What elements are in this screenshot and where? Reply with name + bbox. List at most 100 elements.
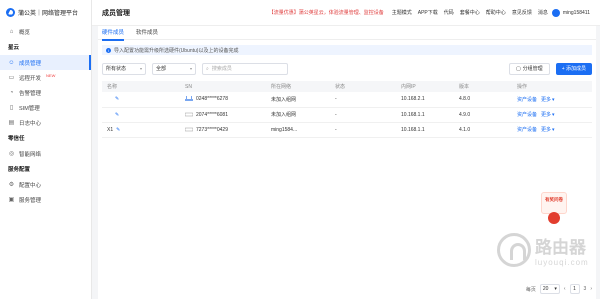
member-name: X1 [107,126,114,133]
avatar[interactable] [551,8,560,17]
config-icon: ⚙ [8,182,15,188]
username[interactable]: ming158411 [563,10,590,16]
cell-version: 4.9.0 [454,107,512,123]
sidebar: 蒲公英｜网络管理平台 ⌂ 概览 星云 ☁ 云端 ☺ 成员管理 ▭ 远程开发 NE… [0,0,92,299]
member-sn: 7273*****0429 [196,126,228,133]
col-sn[interactable]: SN [180,81,266,92]
page-title: 成员管理 [102,9,130,17]
more-dropdown[interactable]: 更多 [541,97,551,103]
cell-status: - [330,92,396,108]
tab-software-members[interactable]: 软件成员 [136,26,158,40]
cell-sn: 7273*****0429 [180,122,266,138]
sidebar-item-config[interactable]: ⚙ 配置中心 [0,177,91,192]
next-page-icon[interactable]: › [590,286,592,292]
page-size-select[interactable]: 20 ▾ [539,284,560,294]
top-link-code[interactable]: 代码 [444,9,454,16]
sidebar-group-title: 星云 [8,45,20,51]
current-page[interactable]: 1 [569,284,580,294]
col-status[interactable]: 状态 [330,81,396,92]
chevron-down-icon: ▾ [189,66,192,71]
top-link-theme[interactable]: 主题模式 [392,9,412,16]
member-sn: 0248*****6278 [196,96,228,103]
asset-device-link[interactable]: 资产设备 [517,97,537,103]
sidebar-item-label: 日志中心 [19,120,42,127]
more-dropdown[interactable]: 更多 [541,112,551,118]
cell-actions: 资产设备 更多▾ [512,107,592,123]
folder-icon: ▢ [515,65,521,72]
survey-widget-label: 有奖问卷 [541,192,567,214]
search-input[interactable]: ⌕ 搜索成员 [202,62,288,75]
sim-icon: ▯ [9,105,14,111]
prev-page-icon[interactable]: ‹ [564,286,566,292]
asset-device-link[interactable]: 资产设备 [517,127,537,133]
watermark-sub: luyouqi.com [535,258,589,267]
group-manage-label: 分组管理 [522,66,543,72]
add-member-button[interactable]: + 添加成员 [555,62,592,75]
top-link-app[interactable]: APP下载 [418,9,438,16]
sidebar-item-remote[interactable]: ▭ 远程开发 NEW [0,70,91,85]
members-table: 名称 SN 所在网络 状态 内网IP 版本 操作 ✎ 0248*****6278… [102,81,592,138]
router-icon [185,96,193,102]
table-row: ✎ 0248*****6278 未加入组网 - 10.168.2.1 4.8.0… [102,92,592,108]
sidebar-item-sim[interactable]: ▯ SIM管理 [0,100,91,115]
cell-ip: 10.168.1.1 [396,107,454,123]
sidebar-item-service[interactable]: ▣ 服务管理 [0,192,91,207]
cell-status: - [330,107,396,123]
top-link-feedback[interactable]: 意见反馈 [512,9,532,16]
promo-notice[interactable]: 【流量优惠】蒲公英星云，体验流量管理、监控设备 [269,9,384,16]
sidebar-item-members[interactable]: ☺ 成员管理 [0,55,91,70]
sidebar-group-title: 零信任 [8,136,25,142]
top-links: 主题模式 APP下载 代码 套餐中心 帮助中心 意见反馈 消息 [392,9,548,16]
top-link-plans[interactable]: 套餐中心 [460,9,480,16]
sidebar-item-log[interactable]: ▤ 日志中心 [0,115,91,130]
more-dropdown[interactable]: 更多 [541,127,551,133]
cell-status: - [330,122,396,138]
status-select[interactable]: 所有状态 ▾ [102,62,146,75]
log-icon: ▤ [8,120,15,126]
edit-icon[interactable]: ✎ [115,96,119,102]
type-select-value: 全部 [156,66,167,72]
col-version[interactable]: 版本 [454,81,512,92]
cell-sn: 0248*****6278 [180,92,266,108]
top-bar: 成员管理 【流量优惠】蒲公英星云，体验流量管理、监控设备 主题模式 APP下载 … [92,0,600,26]
edit-icon[interactable]: ✎ [115,112,119,118]
tab-hardware-members[interactable]: 硬件成员 [102,26,125,41]
col-actions: 操作 [512,81,592,92]
chevron-down-icon: ▾ [552,96,555,103]
filter-bar: 所有状态 ▾ 全部 ▾ ⌕ 搜索成员 ▢ 分组管理 + 添加成员 [102,62,592,75]
sidebar-item-network[interactable]: ◎ 智能网络 [0,146,91,161]
asset-device-link[interactable]: 资产设备 [517,112,537,118]
edit-icon[interactable]: ✎ [116,127,120,133]
sidebar-item-alert[interactable]: ◔ 告警管理 [0,85,91,100]
top-link-help[interactable]: 帮助中心 [486,9,506,16]
total-pages: 3 [583,286,587,292]
gift-icon [548,212,560,224]
sidebar-item-overview[interactable]: ⌂ 概览 [0,24,91,39]
group-manage-button[interactable]: ▢ 分组管理 [508,62,550,75]
app-title: 蒲公英｜网络管理平台 [18,10,79,17]
sidebar-item-label: 远程开发 [19,75,42,82]
col-name[interactable]: 名称 [102,81,180,92]
member-sn: 2074*****6081 [196,111,228,118]
col-ip[interactable]: 内网IP [396,81,454,92]
watermark: 路由器 luyouqi.com [497,233,589,267]
table-row: X1 ✎ 7273*****0429 ming1584... - 10.168.1… [102,122,592,138]
search-placeholder: 搜索成员 [211,66,232,72]
cell-ip: 10.168.2.1 [396,92,454,108]
cell-network: 未加入组网 [266,92,330,108]
table-header-row: 名称 SN 所在网络 状态 内网IP 版本 操作 [102,81,592,92]
survey-widget[interactable]: 有奖问卷 [541,192,567,226]
col-network[interactable]: 所在网络 [266,81,330,92]
chevron-down-icon: ▾ [552,127,555,133]
type-select[interactable]: 全部 ▾ [152,62,196,75]
network-icon: ◎ [8,151,15,157]
top-link-messages[interactable]: 消息 [538,9,548,16]
cell-network: 未加入组网 [266,107,330,123]
cell-name: X1 ✎ [102,122,180,138]
device-icon [185,112,193,116]
sidebar-item-label: 概览 [19,29,31,36]
overview-icon: ⌂ [9,28,14,35]
app-logo[interactable]: 蒲公英｜网络管理平台 [0,0,91,24]
sidebar-item-label: 服务管理 [19,197,42,204]
cell-name: ✎ [102,92,180,108]
